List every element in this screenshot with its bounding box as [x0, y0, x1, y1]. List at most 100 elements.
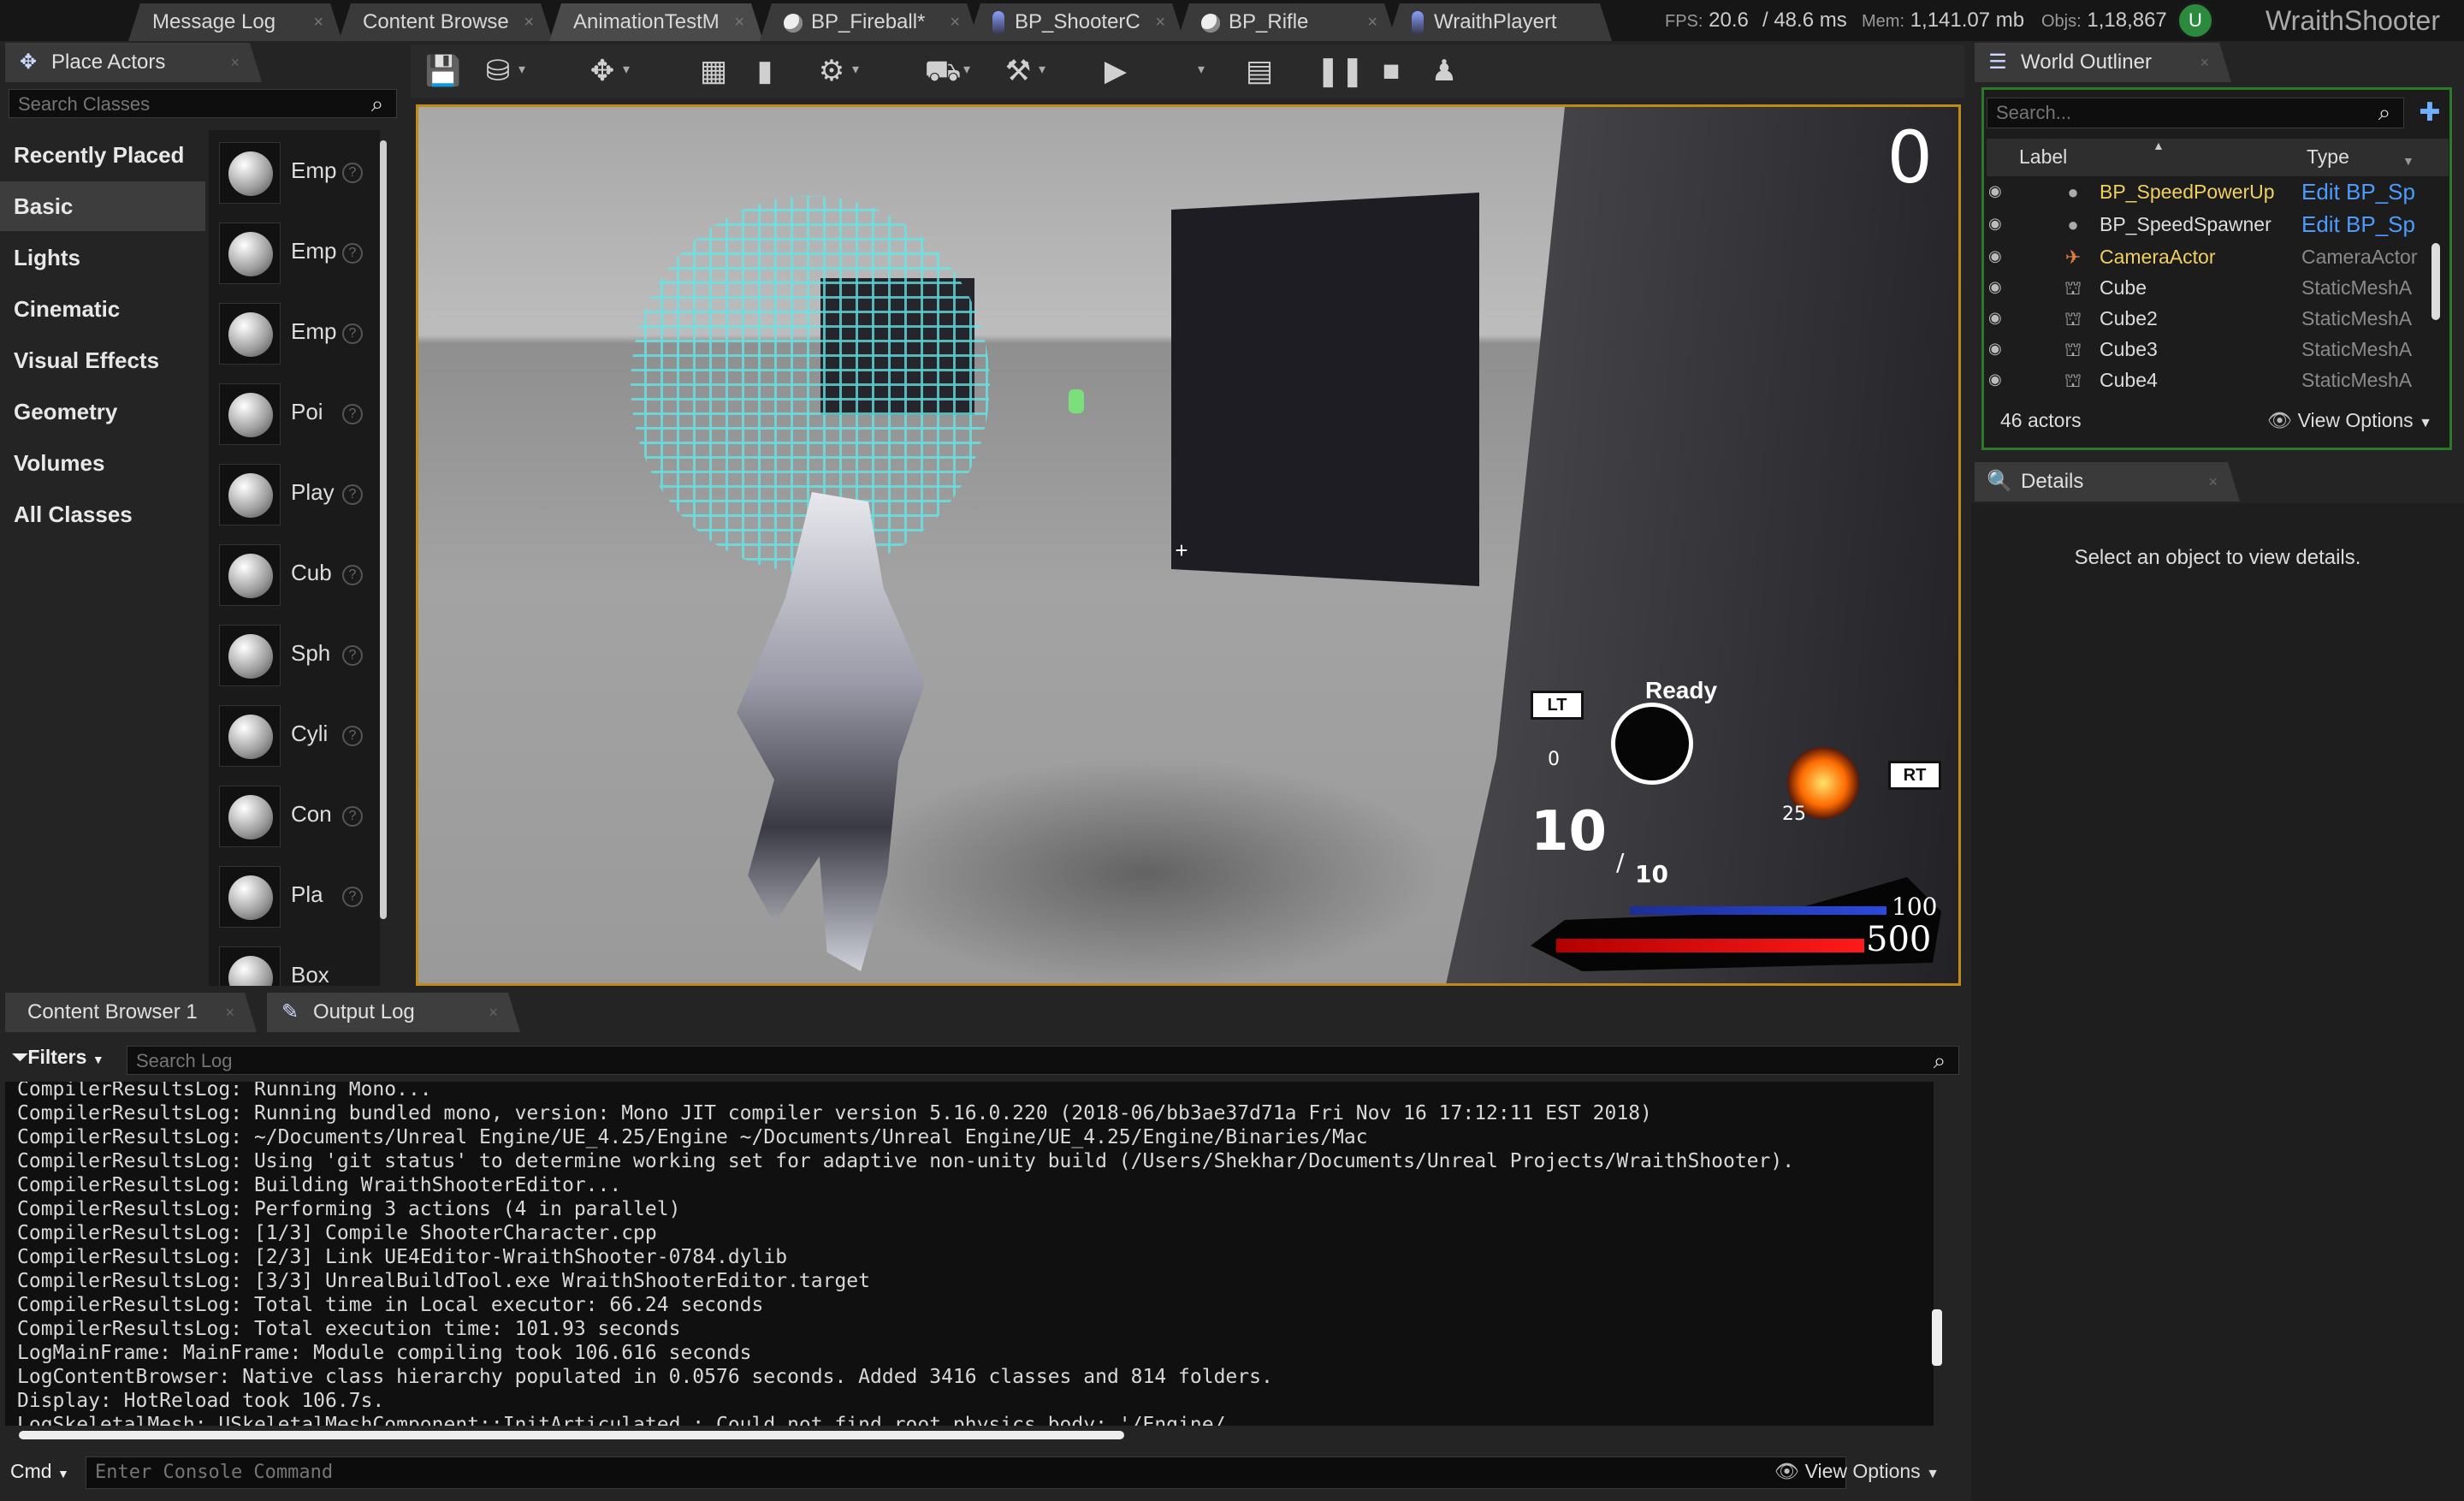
visibility-eye-icon[interactable]: ◉	[1988, 216, 2009, 231]
chevron-down-icon[interactable]: ▼	[2402, 154, 2414, 168]
play-icon[interactable]: ▶	[1095, 51, 1136, 91]
outliner-row[interactable]: ◉ ✈ CameraActor CameraActor	[1981, 241, 2447, 272]
tab-details[interactable]: 🔍 Details ×	[1975, 462, 2240, 501]
visibility-eye-icon[interactable]: ◉	[1988, 183, 2009, 199]
tab-bp-fireball[interactable]: BP_Fireball* ×	[760, 3, 979, 41]
source-control-icon[interactable]: ⛁	[477, 51, 518, 91]
close-icon[interactable]: ×	[230, 43, 240, 82]
add-folder-icon[interactable]: ✚	[2414, 98, 2445, 128]
close-icon[interactable]: ×	[489, 993, 498, 1032]
help-icon[interactable]: ?	[342, 565, 363, 585]
level-viewport[interactable]: + 0 LT Ready 0 RT 25 10 / 10 100 500	[416, 104, 1961, 986]
category-all-classes[interactable]: All Classes	[0, 489, 205, 539]
actor-item-empty-character[interactable]: Emp?	[216, 214, 378, 289]
category-recently-placed[interactable]: Recently Placed	[0, 130, 205, 180]
visibility-eye-icon[interactable]: ◉	[1988, 310, 2009, 325]
close-icon[interactable]: ×	[313, 3, 323, 41]
category-geometry[interactable]: Geometry	[0, 387, 205, 436]
close-icon[interactable]: ×	[2208, 462, 2218, 501]
help-icon[interactable]: ?	[342, 726, 363, 746]
close-icon[interactable]: ×	[734, 3, 744, 41]
close-icon[interactable]: ×	[225, 993, 234, 1032]
actor-item-empty-actor[interactable]: Emp?	[216, 133, 378, 209]
actor-list-scrollbar[interactable]	[380, 140, 387, 919]
filters-dropdown[interactable]: ⏷Filters ▼	[12, 1046, 104, 1069]
visibility-eye-icon[interactable]: ◉	[1988, 341, 2009, 356]
blueprints-icon[interactable]: ▮	[744, 51, 785, 91]
actor-item-empty-pawn[interactable]: Emp?	[216, 294, 378, 370]
chevron-down-icon[interactable]: ▾	[1198, 60, 1211, 80]
search-icon[interactable]: ⌕	[1928, 1048, 1952, 1072]
build-icon[interactable]: ⛟	[922, 51, 963, 91]
save-icon[interactable]: 💾	[423, 51, 464, 91]
help-icon[interactable]: ?	[342, 806, 363, 827]
help-icon[interactable]: ?	[342, 404, 363, 424]
close-icon[interactable]: ×	[524, 3, 534, 41]
outliner-view-options[interactable]: 👁 View Options ▼	[2267, 409, 2432, 432]
category-volumes[interactable]: Volumes	[0, 438, 205, 488]
tab-content-browser[interactable]: Content Browse ×	[339, 3, 553, 41]
column-label-header[interactable]: Label	[2019, 145, 2067, 169]
outliner-search-input[interactable]	[1987, 98, 2364, 128]
tab-bp-shooter-character[interactable]: BP_ShooterC ×	[968, 3, 1184, 41]
output-log-text[interactable]: CompilerResultsLog: Running Mono... Comp…	[5, 1082, 1934, 1426]
log-vertical-scrollbar[interactable]	[1932, 1309, 1942, 1366]
content-icon[interactable]: ▦	[693, 51, 734, 91]
visibility-eye-icon[interactable]: ◉	[1988, 279, 2009, 294]
actor-item-cube[interactable]: Cub?	[216, 536, 378, 611]
tab-place-actors[interactable]: ✥ Place Actors ×	[5, 43, 262, 82]
actor-item-box-trigger[interactable]: Box	[216, 938, 378, 986]
tab-message-log[interactable]: Message Log ×	[128, 3, 342, 41]
actor-item-plane[interactable]: Pla?	[216, 857, 378, 933]
edit-blueprint-link[interactable]: Edit BP_Sp	[2301, 209, 2438, 240]
tab-world-outliner[interactable]: ☰ World Outliner ×	[1975, 43, 2231, 82]
actor-item-cone[interactable]: Con?	[216, 777, 378, 852]
actor-item-sphere[interactable]: Sph?	[216, 616, 378, 691]
tab-output-log[interactable]: ✎ Output Log ×	[267, 993, 520, 1032]
category-visual-effects[interactable]: Visual Effects	[0, 335, 205, 385]
category-cinematic[interactable]: Cinematic	[0, 284, 205, 334]
outliner-row[interactable]: ◉ ● BP_SpeedPowerUp Edit BP_Sp	[1981, 176, 2447, 207]
outliner-row[interactable]: ◉ ⛫ Cube4 StaticMeshA	[1981, 365, 2447, 395]
modes-icon[interactable]: ✥	[582, 51, 623, 91]
category-basic[interactable]: Basic	[0, 181, 205, 231]
compile-icon[interactable]: ⚒	[998, 51, 1039, 91]
help-icon[interactable]: ?	[342, 163, 363, 183]
help-icon[interactable]: ?	[342, 887, 363, 907]
stop-icon[interactable]: ■	[1371, 51, 1412, 91]
pause-icon[interactable]: ❚❚	[1316, 51, 1365, 91]
outliner-row[interactable]: ◉ ⛫ Cube StaticMeshA	[1981, 272, 2447, 303]
close-icon[interactable]: ×	[1155, 3, 1165, 41]
search-classes-input[interactable]	[9, 90, 360, 119]
console-command-input[interactable]	[86, 1457, 1821, 1486]
outliner-scrollbar[interactable]	[2431, 243, 2440, 320]
chevron-down-icon[interactable]: ▾	[518, 60, 532, 80]
cmd-dropdown[interactable]: Cmd ▼	[10, 1460, 69, 1483]
visibility-eye-icon[interactable]: ◉	[1988, 248, 2009, 264]
actor-item-player-start[interactable]: Play?	[216, 455, 378, 531]
tab-content-browser-1[interactable]: Content Browser 1 ×	[5, 993, 257, 1032]
chevron-down-icon[interactable]: ▾	[1039, 60, 1052, 80]
close-icon[interactable]: ×	[950, 3, 960, 41]
tab-bp-rifle[interactable]: BP_Rifle ×	[1177, 3, 1396, 41]
search-icon[interactable]: ⌕	[2372, 100, 2396, 124]
chevron-down-icon[interactable]: ▾	[623, 60, 637, 80]
help-icon[interactable]: ?	[342, 484, 363, 505]
category-lights[interactable]: Lights	[0, 233, 205, 282]
search-icon[interactable]: ⌕	[365, 92, 389, 116]
edit-blueprint-link[interactable]: Edit BP_Sp	[2301, 176, 2438, 207]
outliner-row[interactable]: ◉ ⛫ Cube3 StaticMeshA	[1981, 334, 2447, 365]
column-type-header[interactable]: Type	[2307, 145, 2349, 169]
help-icon[interactable]: ?	[342, 243, 363, 264]
launch-icon[interactable]: ▤	[1239, 51, 1280, 91]
actor-item-point-light[interactable]: Poi?	[216, 375, 378, 450]
log-search-input[interactable]	[127, 1047, 1877, 1076]
log-horizontal-scrollbar[interactable]	[19, 1431, 1124, 1439]
close-icon[interactable]: ×	[2200, 43, 2209, 82]
possess-icon[interactable]: ♟	[1424, 51, 1465, 91]
tab-wraith-player[interactable]: WraithPlayert	[1388, 3, 1612, 41]
outliner-row[interactable]: ◉ ⛫ Cube2 StaticMeshA	[1981, 303, 2447, 334]
chevron-down-icon[interactable]: ▾	[852, 60, 866, 80]
close-icon[interactable]: ×	[1367, 3, 1377, 41]
help-icon[interactable]: ?	[342, 645, 363, 666]
